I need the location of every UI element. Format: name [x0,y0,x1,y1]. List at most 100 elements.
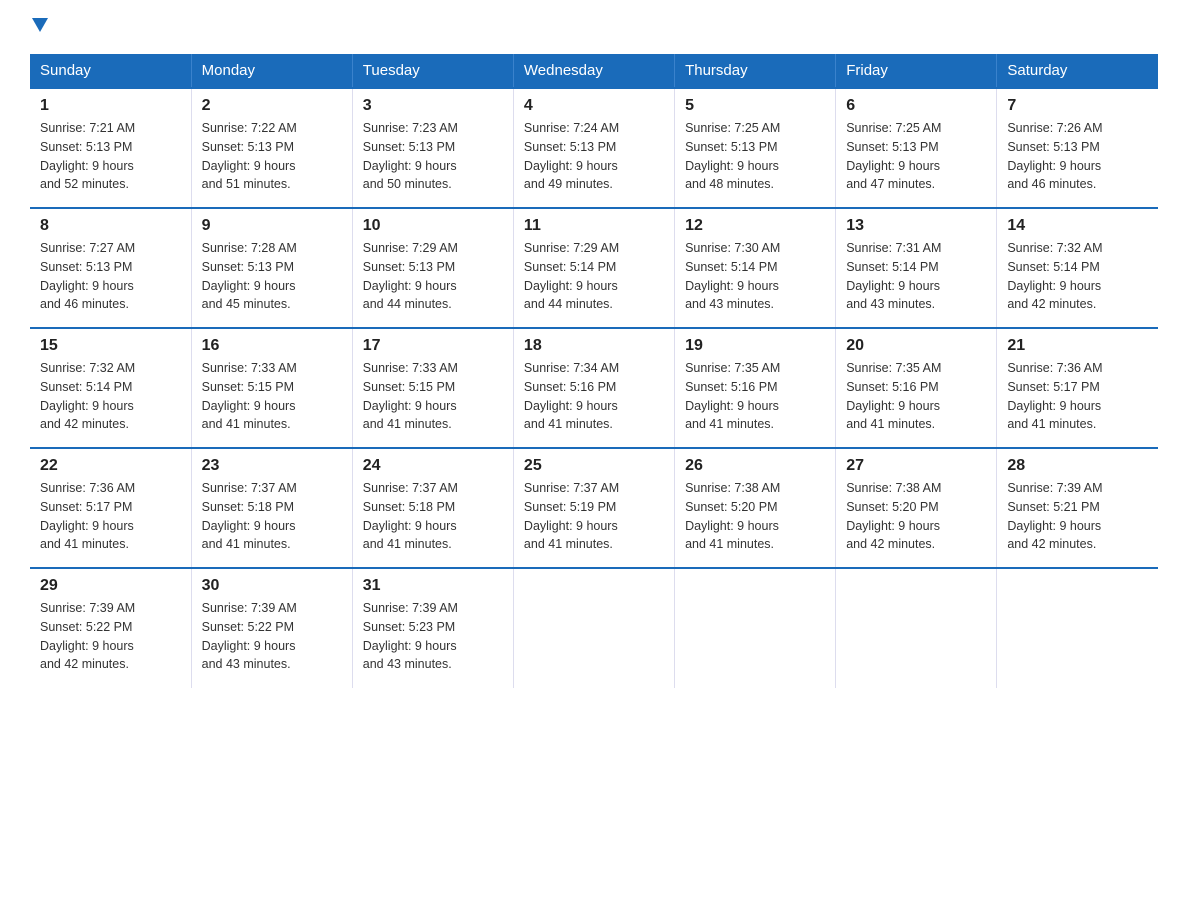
calendar-cell: 14 Sunrise: 7:32 AM Sunset: 5:14 PM Dayl… [997,208,1158,328]
calendar-cell: 11 Sunrise: 7:29 AM Sunset: 5:14 PM Dayl… [513,208,674,328]
calendar-week-row: 15 Sunrise: 7:32 AM Sunset: 5:14 PM Dayl… [30,328,1158,448]
calendar-table: SundayMondayTuesdayWednesdayThursdayFrid… [30,54,1158,688]
day-info: Sunrise: 7:38 AM Sunset: 5:20 PM Dayligh… [846,479,986,554]
day-number: 9 [202,217,342,235]
calendar-cell: 18 Sunrise: 7:34 AM Sunset: 5:16 PM Dayl… [513,328,674,448]
day-number: 3 [363,97,503,115]
calendar-cell: 2 Sunrise: 7:22 AM Sunset: 5:13 PM Dayli… [191,88,352,208]
calendar-cell: 17 Sunrise: 7:33 AM Sunset: 5:15 PM Dayl… [352,328,513,448]
weekday-header-thursday: Thursday [675,54,836,88]
day-info: Sunrise: 7:24 AM Sunset: 5:13 PM Dayligh… [524,119,664,194]
calendar-cell [836,568,997,688]
day-info: Sunrise: 7:35 AM Sunset: 5:16 PM Dayligh… [846,359,986,434]
day-info: Sunrise: 7:26 AM Sunset: 5:13 PM Dayligh… [1007,119,1148,194]
day-info: Sunrise: 7:39 AM Sunset: 5:22 PM Dayligh… [40,599,181,674]
day-info: Sunrise: 7:33 AM Sunset: 5:15 PM Dayligh… [363,359,503,434]
calendar-cell: 31 Sunrise: 7:39 AM Sunset: 5:23 PM Dayl… [352,568,513,688]
day-number: 1 [40,97,181,115]
calendar-cell: 30 Sunrise: 7:39 AM Sunset: 5:22 PM Dayl… [191,568,352,688]
weekday-header-tuesday: Tuesday [352,54,513,88]
calendar-cell: 6 Sunrise: 7:25 AM Sunset: 5:13 PM Dayli… [836,88,997,208]
day-info: Sunrise: 7:39 AM Sunset: 5:23 PM Dayligh… [363,599,503,674]
calendar-cell: 7 Sunrise: 7:26 AM Sunset: 5:13 PM Dayli… [997,88,1158,208]
day-number: 24 [363,457,503,475]
calendar-cell: 24 Sunrise: 7:37 AM Sunset: 5:18 PM Dayl… [352,448,513,568]
header [30,20,1158,34]
calendar-header: SundayMondayTuesdayWednesdayThursdayFrid… [30,54,1158,88]
day-number: 30 [202,577,342,595]
calendar-body: 1 Sunrise: 7:21 AM Sunset: 5:13 PM Dayli… [30,88,1158,688]
calendar-cell: 10 Sunrise: 7:29 AM Sunset: 5:13 PM Dayl… [352,208,513,328]
calendar-cell: 4 Sunrise: 7:24 AM Sunset: 5:13 PM Dayli… [513,88,674,208]
day-info: Sunrise: 7:23 AM Sunset: 5:13 PM Dayligh… [363,119,503,194]
day-info: Sunrise: 7:34 AM Sunset: 5:16 PM Dayligh… [524,359,664,434]
day-number: 29 [40,577,181,595]
day-info: Sunrise: 7:37 AM Sunset: 5:18 PM Dayligh… [202,479,342,554]
day-number: 12 [685,217,825,235]
day-number: 7 [1007,97,1148,115]
day-number: 28 [1007,457,1148,475]
day-info: Sunrise: 7:21 AM Sunset: 5:13 PM Dayligh… [40,119,181,194]
day-info: Sunrise: 7:29 AM Sunset: 5:14 PM Dayligh… [524,239,664,314]
day-number: 22 [40,457,181,475]
day-info: Sunrise: 7:39 AM Sunset: 5:21 PM Dayligh… [1007,479,1148,554]
calendar-cell: 21 Sunrise: 7:36 AM Sunset: 5:17 PM Dayl… [997,328,1158,448]
day-info: Sunrise: 7:38 AM Sunset: 5:20 PM Dayligh… [685,479,825,554]
calendar-cell: 23 Sunrise: 7:37 AM Sunset: 5:18 PM Dayl… [191,448,352,568]
calendar-week-row: 22 Sunrise: 7:36 AM Sunset: 5:17 PM Dayl… [30,448,1158,568]
calendar-week-row: 29 Sunrise: 7:39 AM Sunset: 5:22 PM Dayl… [30,568,1158,688]
weekday-header-friday: Friday [836,54,997,88]
calendar-cell: 19 Sunrise: 7:35 AM Sunset: 5:16 PM Dayl… [675,328,836,448]
day-number: 14 [1007,217,1148,235]
day-number: 10 [363,217,503,235]
day-number: 5 [685,97,825,115]
day-info: Sunrise: 7:37 AM Sunset: 5:19 PM Dayligh… [524,479,664,554]
day-number: 25 [524,457,664,475]
calendar-cell: 8 Sunrise: 7:27 AM Sunset: 5:13 PM Dayli… [30,208,191,328]
day-info: Sunrise: 7:37 AM Sunset: 5:18 PM Dayligh… [363,479,503,554]
calendar-cell: 3 Sunrise: 7:23 AM Sunset: 5:13 PM Dayli… [352,88,513,208]
day-number: 8 [40,217,181,235]
calendar-cell: 29 Sunrise: 7:39 AM Sunset: 5:22 PM Dayl… [30,568,191,688]
calendar-cell [675,568,836,688]
day-info: Sunrise: 7:36 AM Sunset: 5:17 PM Dayligh… [1007,359,1148,434]
calendar-cell: 28 Sunrise: 7:39 AM Sunset: 5:21 PM Dayl… [997,448,1158,568]
day-number: 6 [846,97,986,115]
calendar-cell: 12 Sunrise: 7:30 AM Sunset: 5:14 PM Dayl… [675,208,836,328]
calendar-cell: 27 Sunrise: 7:38 AM Sunset: 5:20 PM Dayl… [836,448,997,568]
day-info: Sunrise: 7:25 AM Sunset: 5:13 PM Dayligh… [685,119,825,194]
calendar-cell: 16 Sunrise: 7:33 AM Sunset: 5:15 PM Dayl… [191,328,352,448]
day-info: Sunrise: 7:25 AM Sunset: 5:13 PM Dayligh… [846,119,986,194]
day-info: Sunrise: 7:32 AM Sunset: 5:14 PM Dayligh… [40,359,181,434]
day-info: Sunrise: 7:31 AM Sunset: 5:14 PM Dayligh… [846,239,986,314]
day-info: Sunrise: 7:22 AM Sunset: 5:13 PM Dayligh… [202,119,342,194]
day-number: 16 [202,337,342,355]
day-info: Sunrise: 7:32 AM Sunset: 5:14 PM Dayligh… [1007,239,1148,314]
calendar-cell [513,568,674,688]
day-info: Sunrise: 7:35 AM Sunset: 5:16 PM Dayligh… [685,359,825,434]
day-number: 18 [524,337,664,355]
day-number: 20 [846,337,986,355]
day-info: Sunrise: 7:27 AM Sunset: 5:13 PM Dayligh… [40,239,181,314]
day-number: 17 [363,337,503,355]
day-number: 15 [40,337,181,355]
day-number: 27 [846,457,986,475]
calendar-cell: 15 Sunrise: 7:32 AM Sunset: 5:14 PM Dayl… [30,328,191,448]
day-number: 19 [685,337,825,355]
calendar-cell: 9 Sunrise: 7:28 AM Sunset: 5:13 PM Dayli… [191,208,352,328]
calendar-week-row: 8 Sunrise: 7:27 AM Sunset: 5:13 PM Dayli… [30,208,1158,328]
calendar-cell: 5 Sunrise: 7:25 AM Sunset: 5:13 PM Dayli… [675,88,836,208]
day-info: Sunrise: 7:39 AM Sunset: 5:22 PM Dayligh… [202,599,342,674]
weekday-header-row: SundayMondayTuesdayWednesdayThursdayFrid… [30,54,1158,88]
calendar-cell: 26 Sunrise: 7:38 AM Sunset: 5:20 PM Dayl… [675,448,836,568]
day-info: Sunrise: 7:29 AM Sunset: 5:13 PM Dayligh… [363,239,503,314]
day-info: Sunrise: 7:30 AM Sunset: 5:14 PM Dayligh… [685,239,825,314]
day-number: 11 [524,217,664,235]
calendar-week-row: 1 Sunrise: 7:21 AM Sunset: 5:13 PM Dayli… [30,88,1158,208]
day-number: 2 [202,97,342,115]
day-number: 21 [1007,337,1148,355]
day-number: 26 [685,457,825,475]
day-number: 13 [846,217,986,235]
day-number: 23 [202,457,342,475]
logo [30,20,48,34]
